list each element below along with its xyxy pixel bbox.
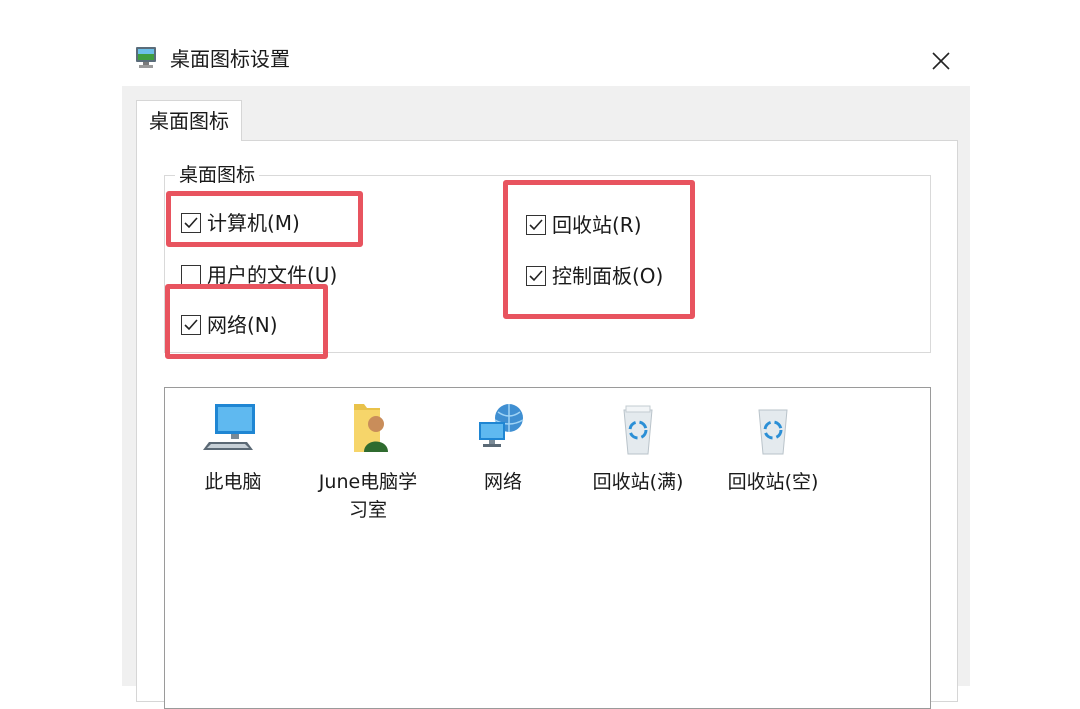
checkbox-recycle-bin[interactable]: 回收站(R) — [526, 212, 642, 238]
icon-caption: 回收站(满) — [592, 471, 684, 493]
recycle-bin-full-icon — [623, 405, 653, 455]
icon-caption: 回收站(空) — [727, 471, 819, 493]
close-icon — [932, 52, 950, 70]
checkmark-icon — [184, 319, 198, 331]
desktop-icons-list[interactable]: 此电脑 June电脑学 习室 网络 回收站(满) 回收站(空) — [164, 387, 931, 709]
checkbox-label: 用户的文件(U) — [207, 263, 338, 287]
icon-item-this-pc[interactable]: 此电脑 — [173, 400, 293, 496]
checkbox-box[interactable] — [526, 215, 546, 235]
checkbox-box[interactable] — [181, 265, 201, 285]
checkbox-network[interactable]: 网络(N) — [181, 312, 278, 338]
checkbox-box[interactable] — [181, 315, 201, 335]
icon-item-recycle-bin-full[interactable]: 回收站(满) — [578, 400, 698, 496]
checkbox-box[interactable] — [181, 213, 201, 233]
checkmark-icon — [529, 219, 543, 231]
network-icon — [479, 404, 524, 447]
checkbox-user-files[interactable]: 用户的文件(U) — [181, 262, 337, 288]
checkbox-box[interactable] — [526, 266, 546, 286]
checkmark-icon — [184, 217, 198, 229]
checkbox-control-panel[interactable]: 控制面板(O) — [526, 263, 663, 289]
desktop-icon-settings-dialog: 桌面图标设置 桌面图标 桌面图标 计算机(M) 用户的文件(U) 网络(N) 回… — [122, 38, 972, 709]
title-bar: 桌面图标设置 — [122, 38, 970, 86]
groupbox-legend: 桌面图标 — [175, 163, 260, 187]
dialog-body: 桌面图标 桌面图标 计算机(M) 用户的文件(U) 网络(N) 回收站(R) 控… — [122, 86, 970, 709]
close-button[interactable] — [922, 42, 960, 80]
recycle-bin-empty-icon — [758, 409, 788, 455]
icon-item-recycle-bin-empty[interactable]: 回收站(空) — [713, 400, 833, 496]
checkbox-label: 控制面板(O) — [552, 264, 664, 288]
tab-desktop-icons[interactable]: 桌面图标 — [136, 100, 242, 141]
computer-icon — [203, 404, 255, 450]
icon-caption: 此电脑 — [204, 471, 262, 493]
desktop-settings-icon — [135, 45, 159, 73]
icon-caption: June电脑学 习室 — [318, 471, 418, 521]
icon-caption: 网络 — [483, 471, 522, 493]
checkbox-label: 网络(N) — [207, 313, 278, 337]
checkbox-label: 回收站(R) — [552, 213, 642, 237]
checkmark-icon — [529, 270, 543, 282]
icon-item-network[interactable]: 网络 — [443, 400, 563, 496]
user-folder-icon — [354, 404, 388, 452]
dialog-title: 桌面图标设置 — [170, 47, 290, 71]
desktop-icons-groupbox: 桌面图标 计算机(M) 用户的文件(U) 网络(N) 回收站(R) 控制面板(O… — [164, 163, 931, 353]
tab-panel: 桌面图标 计算机(M) 用户的文件(U) 网络(N) 回收站(R) 控制面板(O… — [136, 140, 958, 709]
checkbox-computer[interactable]: 计算机(M) — [181, 210, 300, 236]
checkbox-label: 计算机(M) — [207, 211, 300, 235]
icon-item-user-folder[interactable]: June电脑学 习室 — [308, 400, 428, 524]
